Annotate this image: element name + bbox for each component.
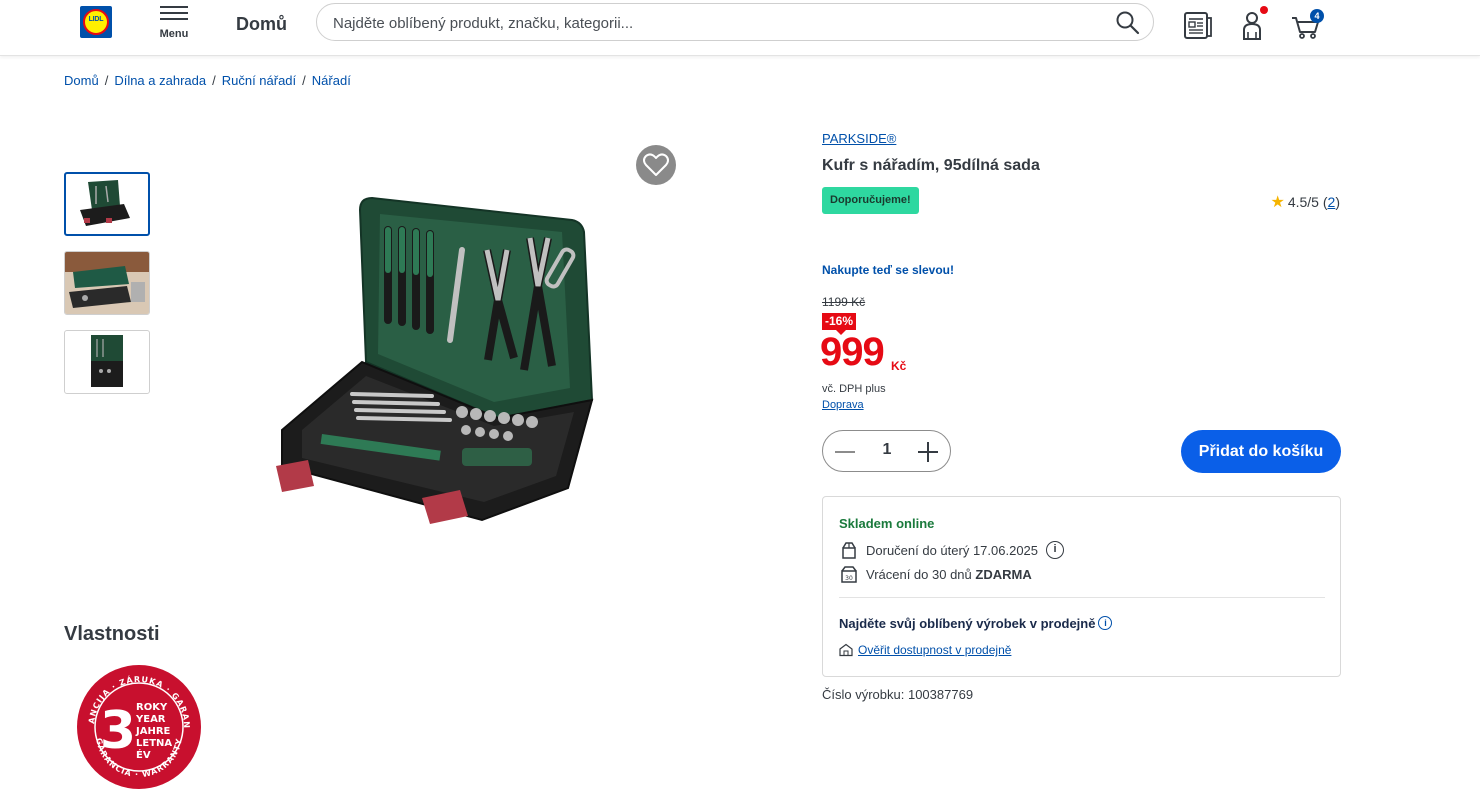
logo-text: LIDL (88, 16, 104, 23)
store-info-icon[interactable]: i (1098, 616, 1113, 630)
account-button[interactable] (1236, 6, 1270, 42)
warranty-word: JAHRE (135, 726, 171, 737)
warranty-word: ÉV (136, 748, 151, 761)
warranty-word: ROKY (136, 702, 168, 713)
rating-value: 4.5/5 (1287, 194, 1319, 210)
delivery-date: Doručení do úterý 17.06.2025 (866, 542, 1039, 558)
breadcrumb: Domů / Dílna a zahrada / Ruční nářadí / Nářadí (64, 73, 351, 88)
old-price: 1199 Kč (822, 295, 866, 309)
delivery-box-icon (842, 542, 856, 559)
breadcrumb-hand-tools[interactable]: Ruční nářadí (222, 73, 296, 88)
return-free: ZDARMA (975, 566, 1032, 582)
product-title: Kufr s nářadím, 95dílná sada (822, 157, 1040, 174)
store-link-text[interactable]: Ověřit dostupnost v prodejně (858, 643, 1011, 657)
quantity-value[interactable]: 1 (867, 441, 907, 459)
search-icon[interactable] (1115, 10, 1141, 36)
menu-icon-bar (160, 12, 188, 14)
promo-text: Nakupte teď se slevou! (822, 263, 954, 277)
return-row: 30 Vrácení do 30 dnů ZDARMA (839, 564, 1032, 584)
thumbnail-1[interactable] (64, 172, 150, 236)
rating: ★ 4.5/5 (2) (1270, 192, 1340, 212)
return-text: Vrácení do 30 dnů (866, 566, 972, 582)
cart-button[interactable]: 4 (1290, 8, 1324, 42)
search-input[interactable] (333, 13, 1093, 33)
wishlist-button[interactable] (636, 145, 676, 185)
product-image (276, 196, 594, 524)
menu-icon (160, 6, 188, 8)
breadcrumb-tools[interactable]: Nářadí (312, 73, 351, 88)
svg-text:30: 30 (845, 575, 853, 582)
breadcrumb-separator: / (212, 73, 216, 88)
lidl-logo[interactable]: LIDL (80, 6, 112, 38)
stock-status: Skladem online (839, 516, 935, 531)
price-currency: Kč (891, 359, 907, 373)
menu-label: Menu (159, 28, 189, 40)
thumbnail-2[interactable] (64, 251, 150, 315)
availability-box: Skladem online Doručení do úterý 17.06.2… (822, 496, 1341, 677)
breadcrumb-workshop-garden[interactable]: Dílna a zahrada (114, 73, 206, 88)
search-bar (316, 3, 1154, 41)
properties-title: Vlastnosti (64, 623, 160, 645)
discount-badge: -16% (822, 313, 857, 335)
star-icon: ★ (1270, 194, 1285, 211)
divider (839, 597, 1325, 598)
warranty-word: LETNA (136, 738, 172, 749)
add-to-cart-button[interactable]: Přidat do košíku (1181, 430, 1341, 473)
quantity-stepper: 1 (822, 430, 951, 472)
breadcrumb-separator: / (104, 73, 109, 88)
menu-icon-bar (160, 18, 188, 20)
warranty-seal: GARANCIJA · ZÁRUKA · GARANTIE GARANCIA ·… (76, 664, 201, 789)
store-title-text: Najděte svůj oblíbený výrobek v prodejně (839, 616, 1096, 631)
home-link[interactable]: Domů (236, 14, 287, 35)
store-title: Najděte svůj oblíbený výrobek v prodejně… (839, 616, 1113, 631)
delivery-row: Doručení do úterý 17.06.2025 i (839, 540, 1065, 560)
thumbnail-3[interactable] (64, 330, 150, 394)
notification-dot (1260, 6, 1268, 14)
toolbox-thumbnail-image (80, 180, 130, 226)
store-availability-link[interactable]: Ověřit dostupnost v prodejně (839, 643, 1011, 657)
warranty-number: 3 (100, 701, 136, 761)
recommended-badge: Doporučujeme! (822, 187, 919, 214)
store-icon (839, 643, 853, 657)
quantity-decrease-button[interactable] (835, 441, 855, 461)
toolbox-lifestyle-thumbnail (65, 252, 149, 314)
delivery-info-icon[interactable]: i (1046, 541, 1065, 559)
shipping-link[interactable]: Doprava (822, 399, 864, 411)
heart-icon (643, 153, 669, 176)
menu-button[interactable]: Menu (156, 6, 192, 46)
breadcrumb-separator: / (302, 73, 306, 88)
vat-note: vč. DPH plus (822, 383, 886, 395)
warranty-word: YEAR (135, 714, 166, 725)
cart-count-badge: 4 (1310, 9, 1324, 23)
brand-link[interactable]: PARKSIDE® (822, 131, 896, 146)
rating-paren-close: ) (1335, 194, 1340, 210)
toolbox-open-thumbnail (91, 335, 123, 387)
breadcrumb-home[interactable]: Domů (64, 73, 99, 88)
item-number: Číslo výrobku: 100387769 (822, 687, 974, 702)
return-box-icon: 30 (841, 566, 857, 583)
leaflet-icon[interactable] (1181, 8, 1215, 42)
quantity-increase-button[interactable] (918, 441, 938, 462)
site-header: LIDL Menu Domů Najděte oblíbený produkt,… (0, 0, 1480, 56)
price: 999 (820, 330, 885, 374)
